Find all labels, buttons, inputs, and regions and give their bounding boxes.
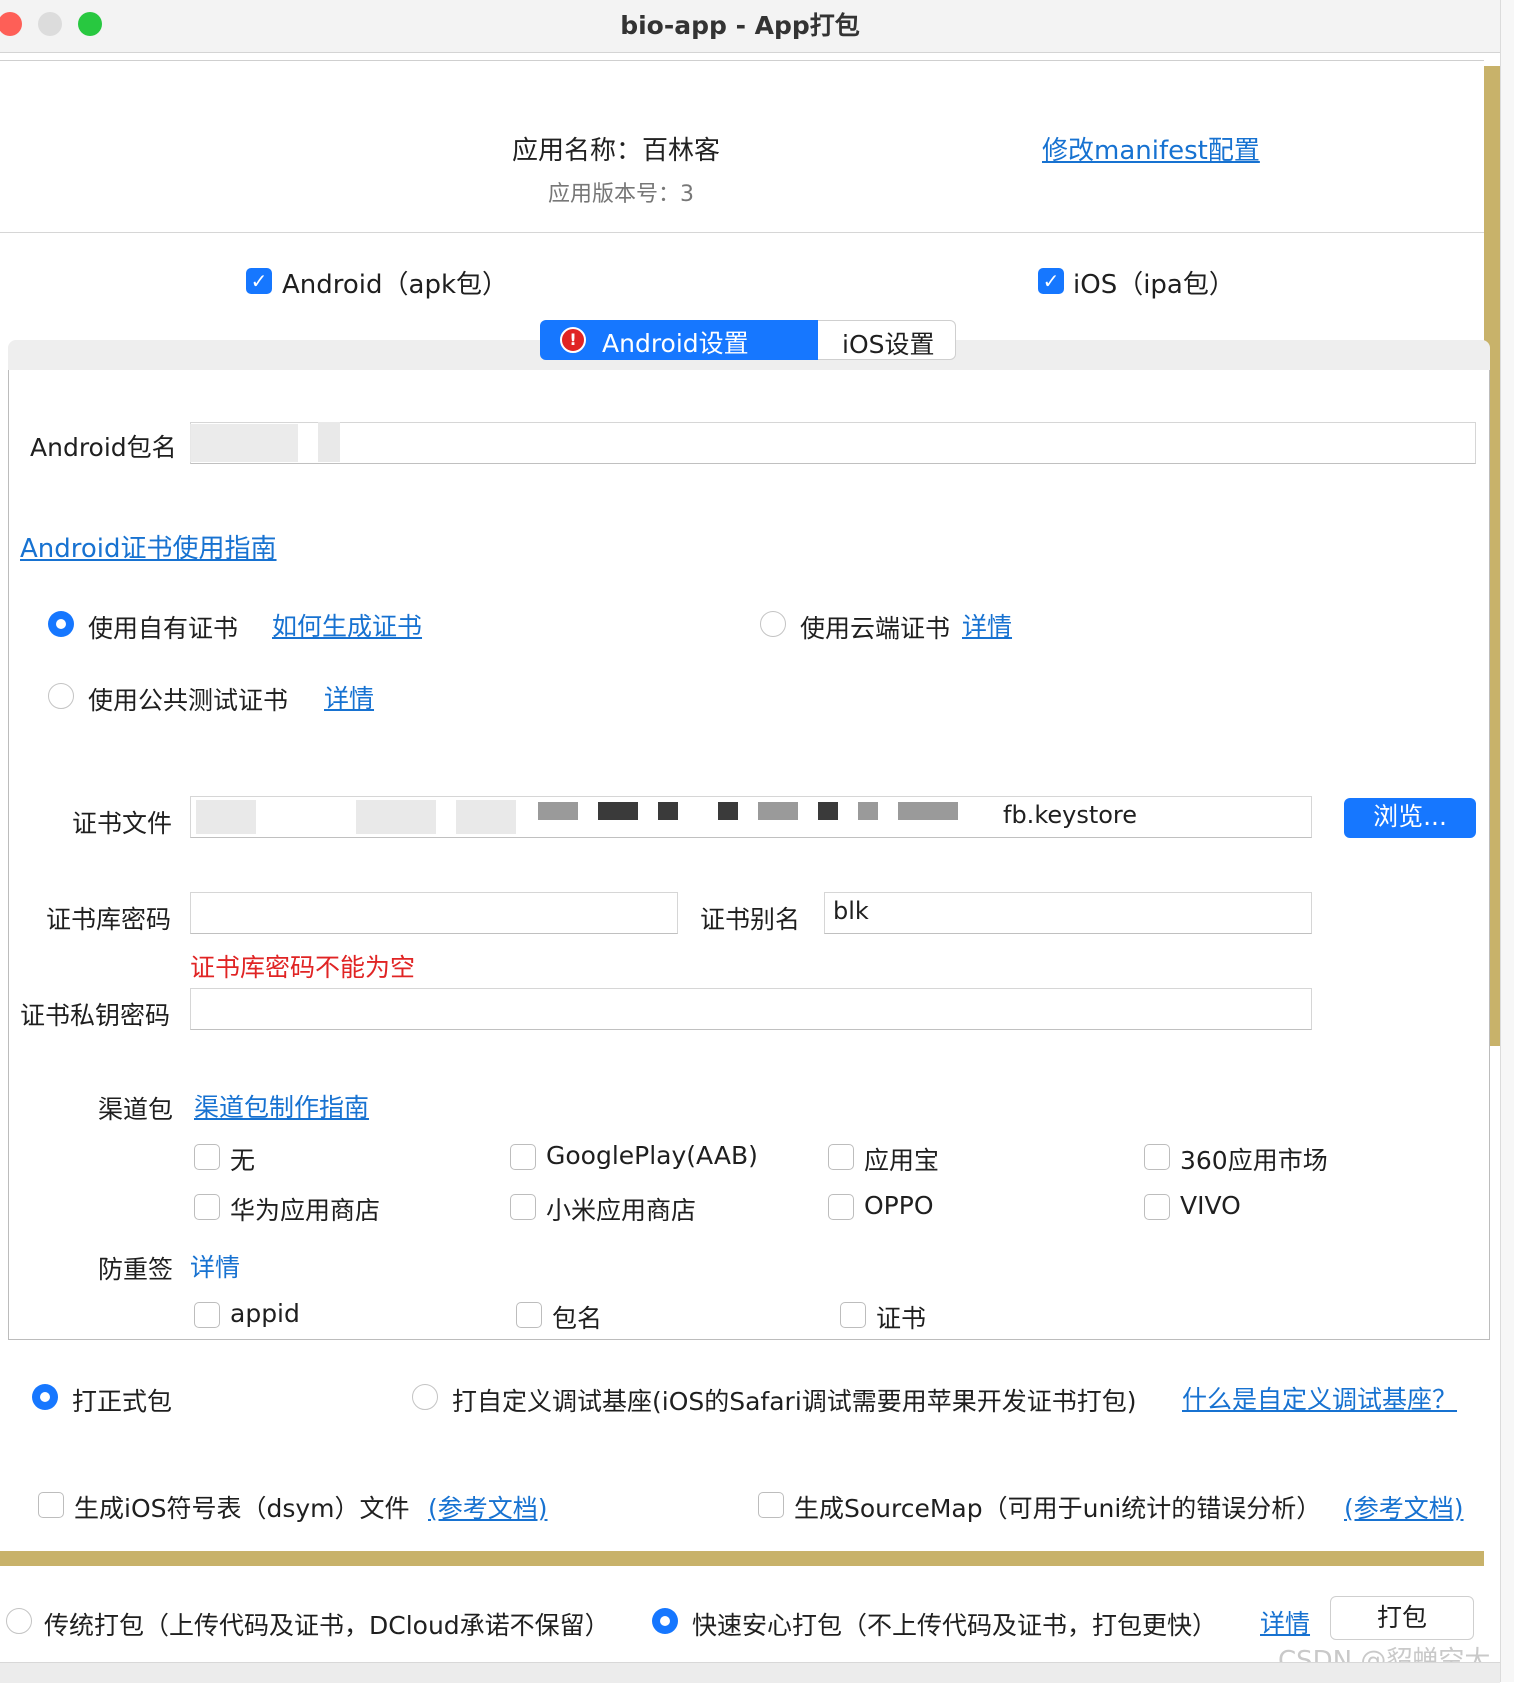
anti-resign-package-checkbox[interactable] <box>516 1302 542 1328</box>
own-cert-label: 使用自有证书 <box>88 614 239 643</box>
anti-resign-appid-checkbox[interactable] <box>194 1302 220 1328</box>
error-icon: ! <box>560 327 586 353</box>
private-key-password-label: 证书私钥密码 <box>20 1001 171 1030</box>
private-key-password-input[interactable] <box>190 988 1312 1030</box>
custom-base-radio[interactable] <box>412 1384 438 1410</box>
channel-googleplay-checkbox[interactable] <box>510 1144 536 1170</box>
cloud-cert-radio[interactable] <box>760 611 786 637</box>
window-edge <box>1500 0 1514 1682</box>
anti-resign-label: 防重签 <box>98 1255 174 1284</box>
redacted-text <box>318 422 340 462</box>
cloud-cert-details-link[interactable]: 详情 <box>962 607 1012 643</box>
package-name-label: Android包名 <box>30 433 177 462</box>
pack-mode-details-link[interactable]: 详情 <box>1260 1604 1310 1640</box>
channel-yingyongbao-checkbox[interactable] <box>828 1144 854 1170</box>
channel-huawei-label: 华为应用商店 <box>230 1196 381 1225</box>
channel-xiaomi-label: 小米应用商店 <box>546 1196 697 1225</box>
title-bar: bio-app - App打包 <box>0 0 1500 53</box>
fast-pack-radio[interactable] <box>652 1608 678 1634</box>
dsym-docs-link[interactable]: (参考文档) <box>428 1489 548 1525</box>
tab-android-settings[interactable]: ! Android设置 <box>540 320 818 360</box>
channel-guide-link[interactable]: 渠道包制作指南 <box>194 1088 369 1124</box>
channel-xiaomi-checkbox[interactable] <box>510 1194 536 1220</box>
horizontal-scrollbar[interactable] <box>0 1551 1484 1566</box>
cert-file-label: 证书文件 <box>72 809 173 838</box>
app-version: 应用版本号：3 <box>548 182 694 207</box>
divider <box>0 60 1484 61</box>
android-platform-checkbox[interactable]: ✓ <box>246 268 272 294</box>
public-test-cert-radio[interactable] <box>48 683 74 709</box>
channel-360-label: 360应用市场 <box>1180 1146 1328 1175</box>
channel-oppo-checkbox[interactable] <box>828 1194 854 1220</box>
package-name-input[interactable] <box>190 422 1476 464</box>
dsym-label: 生成iOS符号表（dsym）文件 <box>74 1494 410 1523</box>
channel-vivo-label: VIVO <box>1180 1191 1241 1220</box>
release-build-label: 打正式包 <box>72 1387 173 1416</box>
edit-manifest-link[interactable]: 修改manifest配置 <box>1042 130 1260 167</box>
divider <box>0 232 1484 233</box>
channel-360-checkbox[interactable] <box>1144 1144 1170 1170</box>
tab-label: iOS设置 <box>842 330 935 359</box>
status-bar <box>0 1662 1500 1683</box>
ios-platform-checkbox[interactable]: ✓ <box>1038 268 1064 294</box>
keystore-password-label: 证书库密码 <box>46 905 172 934</box>
ios-platform-label: iOS（ipa包） <box>1073 270 1235 300</box>
anti-resign-cert-label: 证书 <box>876 1304 927 1333</box>
cloud-cert-label: 使用云端证书 <box>800 614 951 643</box>
own-cert-radio[interactable] <box>48 611 74 637</box>
anti-resign-cert-checkbox[interactable] <box>840 1302 866 1328</box>
fast-pack-label: 快速安心打包（不上传代码及证书，打包更快） <box>692 1611 1218 1640</box>
android-cert-guide-link[interactable]: Android证书使用指南 <box>20 528 277 565</box>
release-build-radio[interactable] <box>32 1384 58 1410</box>
channel-none-label: 无 <box>230 1146 256 1175</box>
custom-base-label: 打自定义调试基座(iOS的Safari调试需要用苹果开发证书打包) <box>452 1387 1137 1416</box>
tab-ios-settings[interactable]: iOS设置 <box>818 320 956 360</box>
cert-alias-input[interactable]: blk <box>824 892 1312 934</box>
channel-googleplay-label: GooglePlay(AAB) <box>546 1141 758 1170</box>
android-platform-label: Android（apk包） <box>282 270 509 300</box>
redacted-text <box>190 424 298 462</box>
channel-none-checkbox[interactable] <box>194 1144 220 1170</box>
password-error-message: 证书库密码不能为空 <box>190 953 416 982</box>
sourcemap-docs-link[interactable]: (参考文档) <box>1344 1489 1464 1525</box>
custom-base-help-link[interactable]: 什么是自定义调试基座？ <box>1182 1380 1457 1416</box>
channel-yingyongbao-label: 应用宝 <box>864 1146 940 1175</box>
channel-label: 渠道包 <box>98 1095 174 1124</box>
anti-resign-appid-label: appid <box>230 1299 300 1328</box>
how-to-generate-cert-link[interactable]: 如何生成证书 <box>272 607 422 643</box>
tab-label: Android设置 <box>602 329 749 358</box>
channel-huawei-checkbox[interactable] <box>194 1194 220 1220</box>
channel-vivo-checkbox[interactable] <box>1144 1194 1170 1220</box>
redacted-path <box>176 798 996 838</box>
cert-file-value: fb.keystore <box>1003 801 1138 829</box>
channel-oppo-label: OPPO <box>864 1191 934 1220</box>
pack-button[interactable]: 打包 <box>1330 1596 1474 1640</box>
anti-resign-details-link[interactable]: 详情 <box>190 1248 240 1284</box>
traditional-pack-radio[interactable] <box>6 1608 32 1634</box>
browse-button[interactable]: 浏览... <box>1344 798 1476 838</box>
cert-alias-label: 证书别名 <box>700 905 801 934</box>
anti-resign-package-label: 包名 <box>552 1304 603 1333</box>
public-test-cert-details-link[interactable]: 详情 <box>324 679 374 715</box>
dsym-checkbox[interactable] <box>38 1492 64 1518</box>
traditional-pack-label: 传统打包（上传代码及证书，DCloud承诺不保留） <box>44 1611 610 1640</box>
window-title: bio-app - App打包 <box>620 11 860 40</box>
public-test-cert-label: 使用公共测试证书 <box>88 686 289 715</box>
keystore-password-input[interactable] <box>190 892 678 934</box>
app-name: 应用名称：百林客 <box>512 136 721 166</box>
sourcemap-label: 生成SourceMap（可用于uni统计的错误分析） <box>794 1494 1322 1523</box>
sourcemap-checkbox[interactable] <box>758 1492 784 1518</box>
